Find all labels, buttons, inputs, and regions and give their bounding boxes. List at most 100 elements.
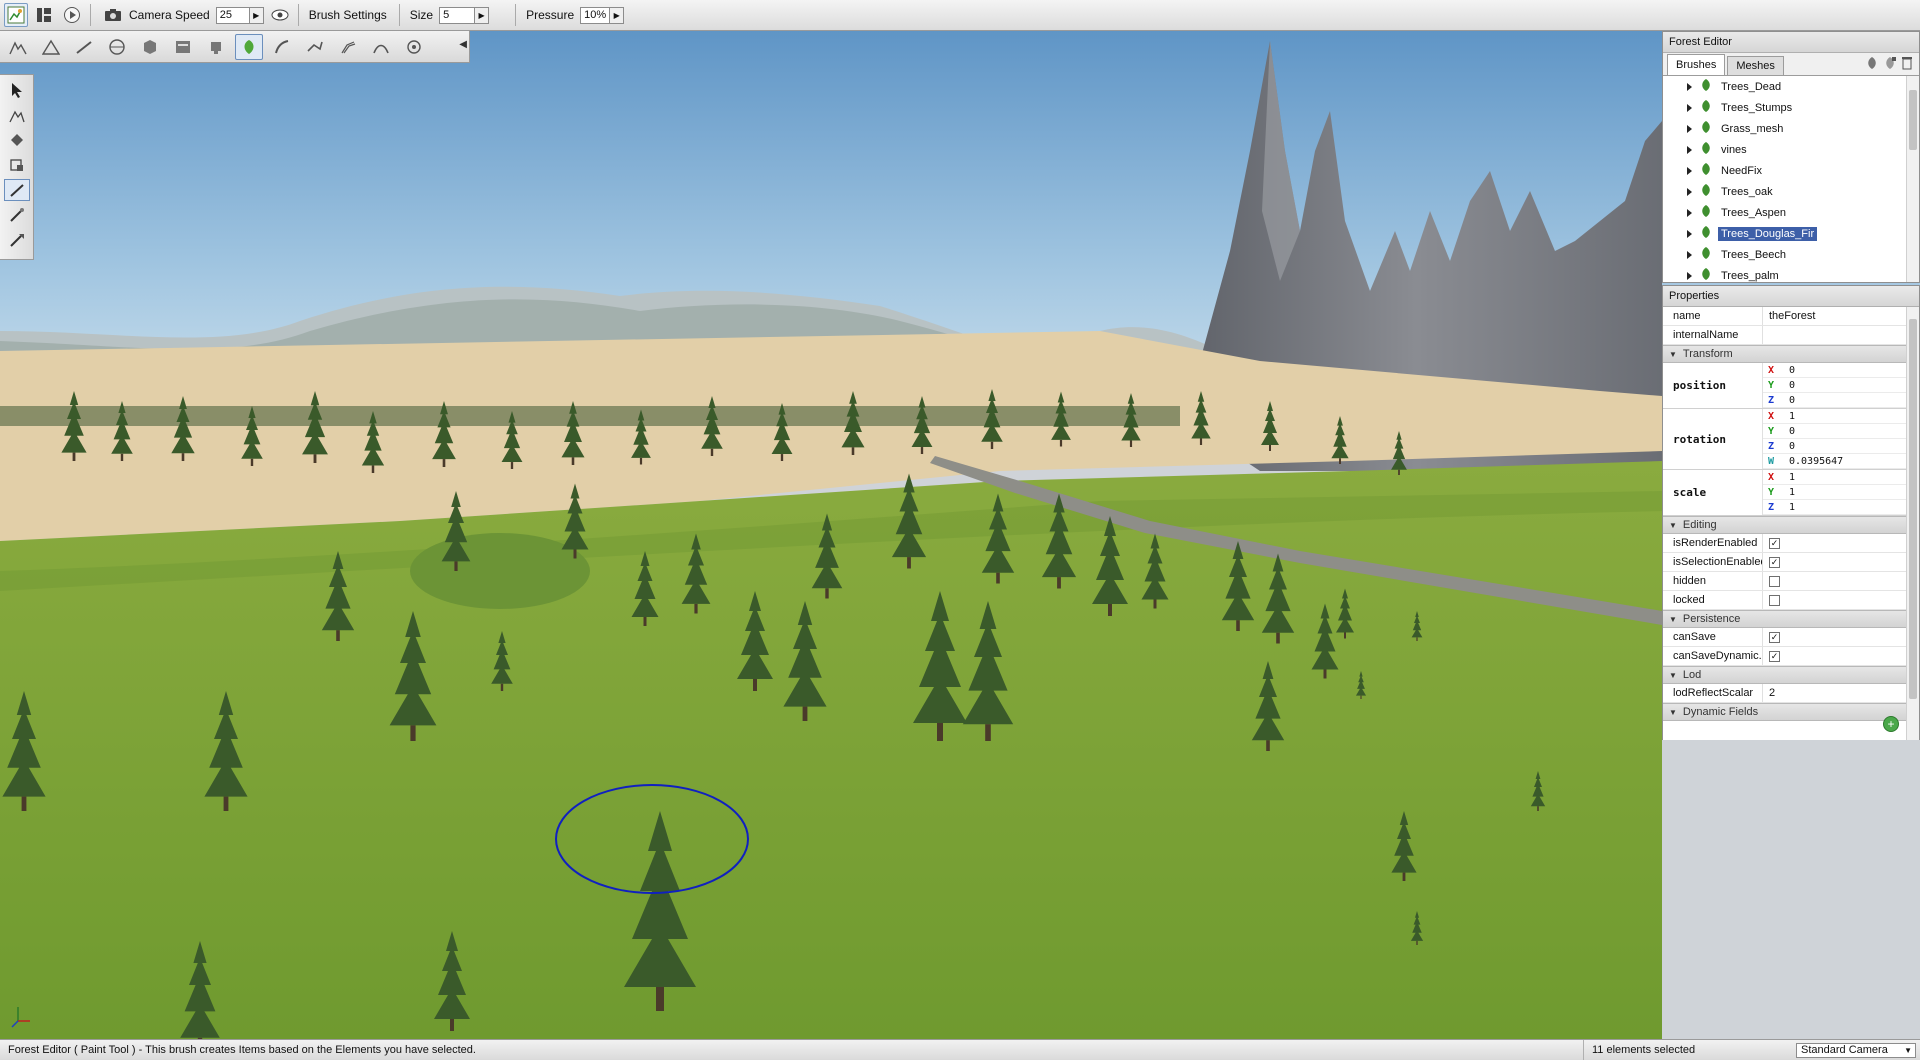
tab-brushes[interactable]: Brushes [1667, 54, 1726, 75]
brush-size-slider-arrow[interactable]: ▶ [475, 6, 490, 24]
section-dynamic-fields[interactable]: ▼ Dynamic Fields [1663, 703, 1906, 721]
pressure-input[interactable]: 10% [580, 6, 611, 24]
material-editor-icon[interactable] [103, 34, 131, 60]
camera-icon[interactable] [101, 3, 125, 27]
3d-viewport[interactable] [0, 31, 1920, 1039]
forest-editor-icon[interactable] [235, 33, 263, 60]
expand-arrow-icon[interactable] [1687, 187, 1692, 196]
collapse-arrow-icon: ▼ [1669, 670, 1677, 680]
list-item-selected[interactable]: Trees_Douglas_Fir [1663, 223, 1919, 244]
play-game-icon[interactable] [60, 3, 84, 27]
terrain-painter-icon[interactable] [70, 34, 98, 60]
property-row: lodReflectScalar 2 [1663, 684, 1906, 703]
expand-arrow-icon[interactable] [1687, 250, 1692, 259]
list-item[interactable]: Trees_Stumps [1663, 97, 1919, 118]
rotation-z-field[interactable]: Z0 [1763, 439, 1906, 454]
list-item[interactable]: Trees_Dead [1663, 76, 1919, 97]
can-save-dynamic-checkbox[interactable]: ✓ [1769, 650, 1780, 662]
chevron-down-icon: ▼ [1904, 1045, 1912, 1055]
collapse-arrow-icon[interactable]: ◀ [459, 39, 467, 50]
scale-y-field[interactable]: Y1 [1763, 485, 1906, 500]
delete-trash-icon[interactable] [1901, 56, 1913, 73]
rotate-tool-icon[interactable] [4, 129, 30, 151]
expand-arrow-icon[interactable] [1687, 271, 1692, 280]
section-transform[interactable]: ▼ Transform [1663, 345, 1906, 363]
lod-reflect-scalar-field[interactable]: 2 [1763, 687, 1775, 699]
mesh-road-editor-icon[interactable] [268, 34, 296, 60]
tab-meshes[interactable]: Meshes [1727, 56, 1784, 75]
rotation-w-field[interactable]: W 0.0395647 [1763, 454, 1906, 469]
list-item[interactable]: Trees_Beech [1663, 244, 1919, 265]
list-item[interactable]: Trees_oak [1663, 181, 1919, 202]
size-label: Size [409, 8, 434, 22]
section-persistence[interactable]: ▼ Persistence [1663, 610, 1906, 628]
camera-speed-slider-arrow[interactable]: ▶ [249, 6, 264, 24]
forest-brush-icon [1700, 121, 1712, 136]
world-editor-icon[interactable] [4, 3, 28, 27]
scale-x-field[interactable]: X1 [1763, 470, 1906, 485]
object-editor-icon[interactable] [4, 34, 32, 60]
section-editing[interactable]: ▼ Editing [1663, 516, 1906, 534]
scale-z-field[interactable]: Z1 [1763, 500, 1906, 515]
forest-editor-panel: Forest Editor Brushes Meshes Trees_Dead … [1662, 31, 1920, 283]
river-editor-icon[interactable] [301, 34, 329, 60]
forest-brush-icon [1700, 100, 1712, 115]
list-item[interactable]: Trees_palm [1663, 265, 1919, 282]
list-item[interactable]: NeedFix [1663, 160, 1919, 181]
new-element-icon[interactable] [1883, 56, 1897, 73]
gui-editor-icon[interactable] [32, 3, 56, 27]
brush-tree-list: Trees_Dead Trees_Stumps Grass_mesh vines… [1663, 76, 1919, 282]
list-item[interactable]: Grass_mesh [1663, 118, 1919, 139]
camera-mode-select[interactable]: Standard Camera ▼ [1796, 1042, 1916, 1058]
locked-checkbox[interactable] [1769, 594, 1780, 606]
move-tool-icon[interactable] [4, 104, 30, 126]
road-editor-icon[interactable] [334, 34, 362, 60]
expand-arrow-icon[interactable] [1687, 145, 1692, 154]
properties-scrollbar[interactable] [1906, 307, 1919, 740]
rotation-y-field[interactable]: Y0 [1763, 424, 1906, 439]
select-arrow-icon[interactable] [4, 79, 30, 101]
camera-speed-input[interactable]: 25 [215, 6, 250, 24]
expand-arrow-icon[interactable] [1687, 229, 1692, 238]
is-render-enabled-checkbox[interactable]: ✓ [1769, 537, 1780, 549]
pressure-slider-arrow[interactable]: ▶ [610, 6, 625, 24]
status-message: Forest Editor ( Paint Tool ) - This brus… [8, 1044, 476, 1056]
rotation-vector: rotation X1 Y0 Z0 W 0.0395647 [1663, 409, 1906, 470]
expand-arrow-icon[interactable] [1687, 124, 1692, 133]
expand-arrow-icon[interactable] [1687, 166, 1692, 175]
expand-arrow-icon[interactable] [1687, 208, 1692, 217]
paint-brush-tool-icon[interactable] [3, 179, 30, 201]
rotation-x-field[interactable]: X1 [1763, 409, 1906, 424]
datablock-editor-icon[interactable] [169, 34, 197, 60]
scale-tool-icon[interactable] [4, 154, 30, 176]
expand-arrow-icon[interactable] [1687, 82, 1692, 91]
toolbar-separator [398, 4, 400, 26]
property-label: locked [1663, 591, 1763, 609]
terrain-editor-icon[interactable] [37, 34, 65, 60]
position-z-field[interactable]: Z0 [1763, 393, 1906, 408]
is-selection-enabled-checkbox[interactable]: ✓ [1769, 556, 1780, 568]
list-item[interactable]: vines [1663, 139, 1919, 160]
convex-editor-icon[interactable] [367, 34, 395, 60]
can-save-checkbox[interactable]: ✓ [1769, 631, 1780, 643]
section-lod[interactable]: ▼ Lod [1663, 666, 1906, 684]
property-row: hidden [1663, 572, 1906, 591]
decal-editor-icon[interactable] [202, 34, 230, 60]
visibility-eye-icon[interactable] [268, 3, 292, 27]
status-bar: Forest Editor ( Paint Tool ) - This brus… [0, 1039, 1920, 1060]
add-dynamic-field-button[interactable]: + [1883, 716, 1899, 732]
erase-selected-tool-icon[interactable] [4, 229, 30, 251]
name-field[interactable]: theForest [1763, 310, 1815, 322]
expand-arrow-icon[interactable] [1687, 103, 1692, 112]
erase-tool-icon[interactable] [4, 204, 30, 226]
forest-brush-icon [1700, 184, 1712, 199]
position-y-field[interactable]: Y0 [1763, 378, 1906, 393]
list-item[interactable]: Trees_Aspen [1663, 202, 1919, 223]
brush-size-input[interactable]: 5 [439, 6, 476, 24]
hidden-checkbox[interactable] [1769, 575, 1780, 587]
new-brush-icon[interactable] [1865, 56, 1879, 73]
particle-editor-icon[interactable] [400, 34, 428, 60]
brush-list-scrollbar[interactable] [1906, 76, 1919, 282]
position-x-field[interactable]: X0 [1763, 363, 1906, 378]
sketch-tool-icon[interactable] [136, 34, 164, 60]
